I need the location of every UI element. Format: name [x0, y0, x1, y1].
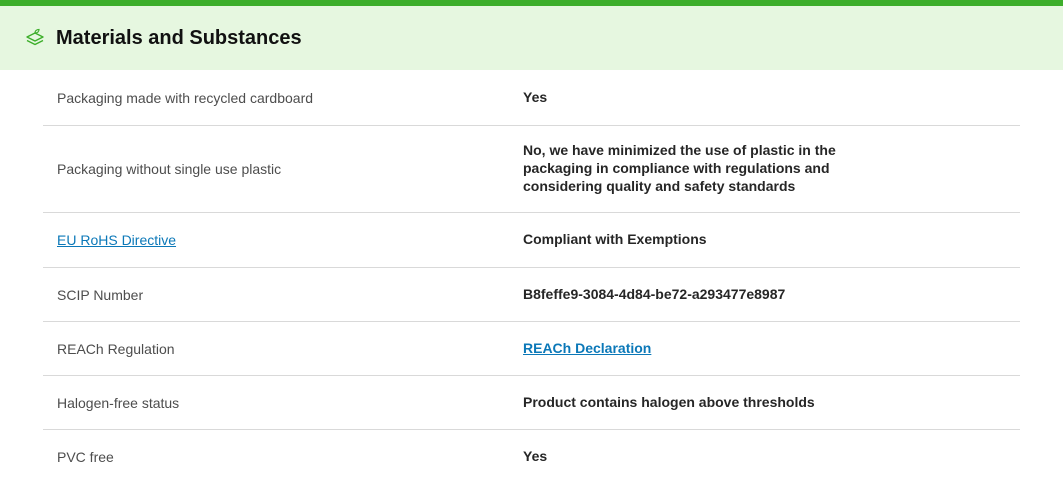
value-line: packaging in compliance with regulations… — [523, 160, 830, 177]
attribute-label: Halogen-free status — [57, 394, 180, 411]
table-row: Packaging without single use plastic No,… — [43, 126, 1020, 213]
attribute-label: REACh Regulation — [57, 340, 175, 357]
attribute-value: No, we have minimized the use of plastic… — [523, 142, 1020, 196]
attribute-label: PVC free — [57, 449, 114, 465]
attributes-table: Packaging made with recycled cardboard Y… — [0, 70, 1063, 484]
table-row: Packaging made with recycled cardboard Y… — [43, 70, 1020, 126]
leaf-layers-icon — [24, 27, 46, 49]
attribute-value: Yes — [523, 88, 548, 105]
section-title: Materials and Substances — [56, 26, 302, 49]
table-row: REACh Regulation REACh Declaration — [43, 322, 1020, 376]
eu-rohs-directive-link[interactable]: EU RoHS Directive — [57, 232, 176, 248]
value-line: considering quality and safety standards — [523, 177, 796, 194]
table-row: Halogen-free status Product contains hal… — [43, 376, 1020, 430]
attribute-value: Product contains halogen above threshold… — [523, 393, 815, 410]
attribute-label: EU RoHS Directive — [43, 232, 523, 248]
attribute-value: Compliant with Exemptions — [523, 231, 707, 248]
attribute-value: REACh Declaration — [523, 340, 1020, 358]
attribute-label: Packaging without single use plastic — [57, 161, 282, 177]
reach-declaration-link[interactable]: REACh Declaration — [523, 340, 651, 356]
table-row: EU RoHS Directive Compliant with Exempti… — [43, 213, 1020, 268]
attribute-value: B8feffe9-3084-4d84-be72-a293477e8987 — [523, 285, 786, 302]
attribute-label: Packaging made with recycled cardboard — [57, 89, 314, 106]
attribute-value: Yes — [523, 448, 548, 465]
table-row: PVC free Yes — [43, 430, 1020, 484]
value-line: No, we have minimized the use of plastic… — [523, 142, 836, 159]
table-row: SCIP Number B8feffe9-3084-4d84-be72-a293… — [43, 268, 1020, 322]
attribute-label: SCIP Number — [57, 286, 144, 303]
section-header[interactable]: Materials and Substances — [0, 6, 1063, 70]
